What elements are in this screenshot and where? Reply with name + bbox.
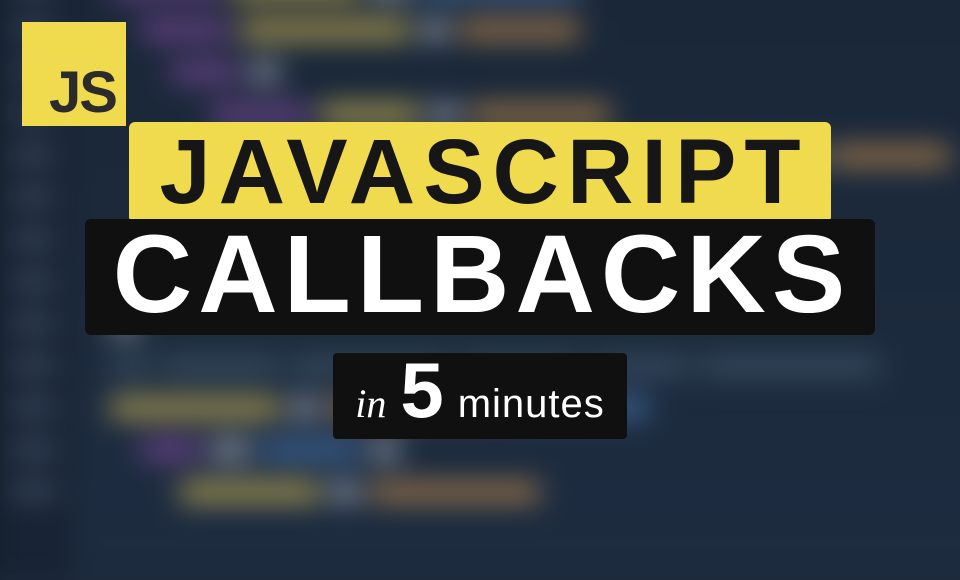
title-stack: JAVASCRIPT CALLBACKS in 5 minutes (0, 122, 960, 439)
subtitle: in 5 minutes (333, 353, 627, 439)
javascript-logo-text: JS (49, 64, 116, 122)
subtitle-prefix: in (355, 380, 386, 427)
title-line-2: CALLBACKS (85, 219, 875, 335)
javascript-logo-badge: JS (22, 22, 126, 126)
title-line-1: JAVASCRIPT (129, 122, 830, 223)
subtitle-suffix: minutes (458, 382, 605, 427)
subtitle-number: 5 (400, 359, 443, 421)
